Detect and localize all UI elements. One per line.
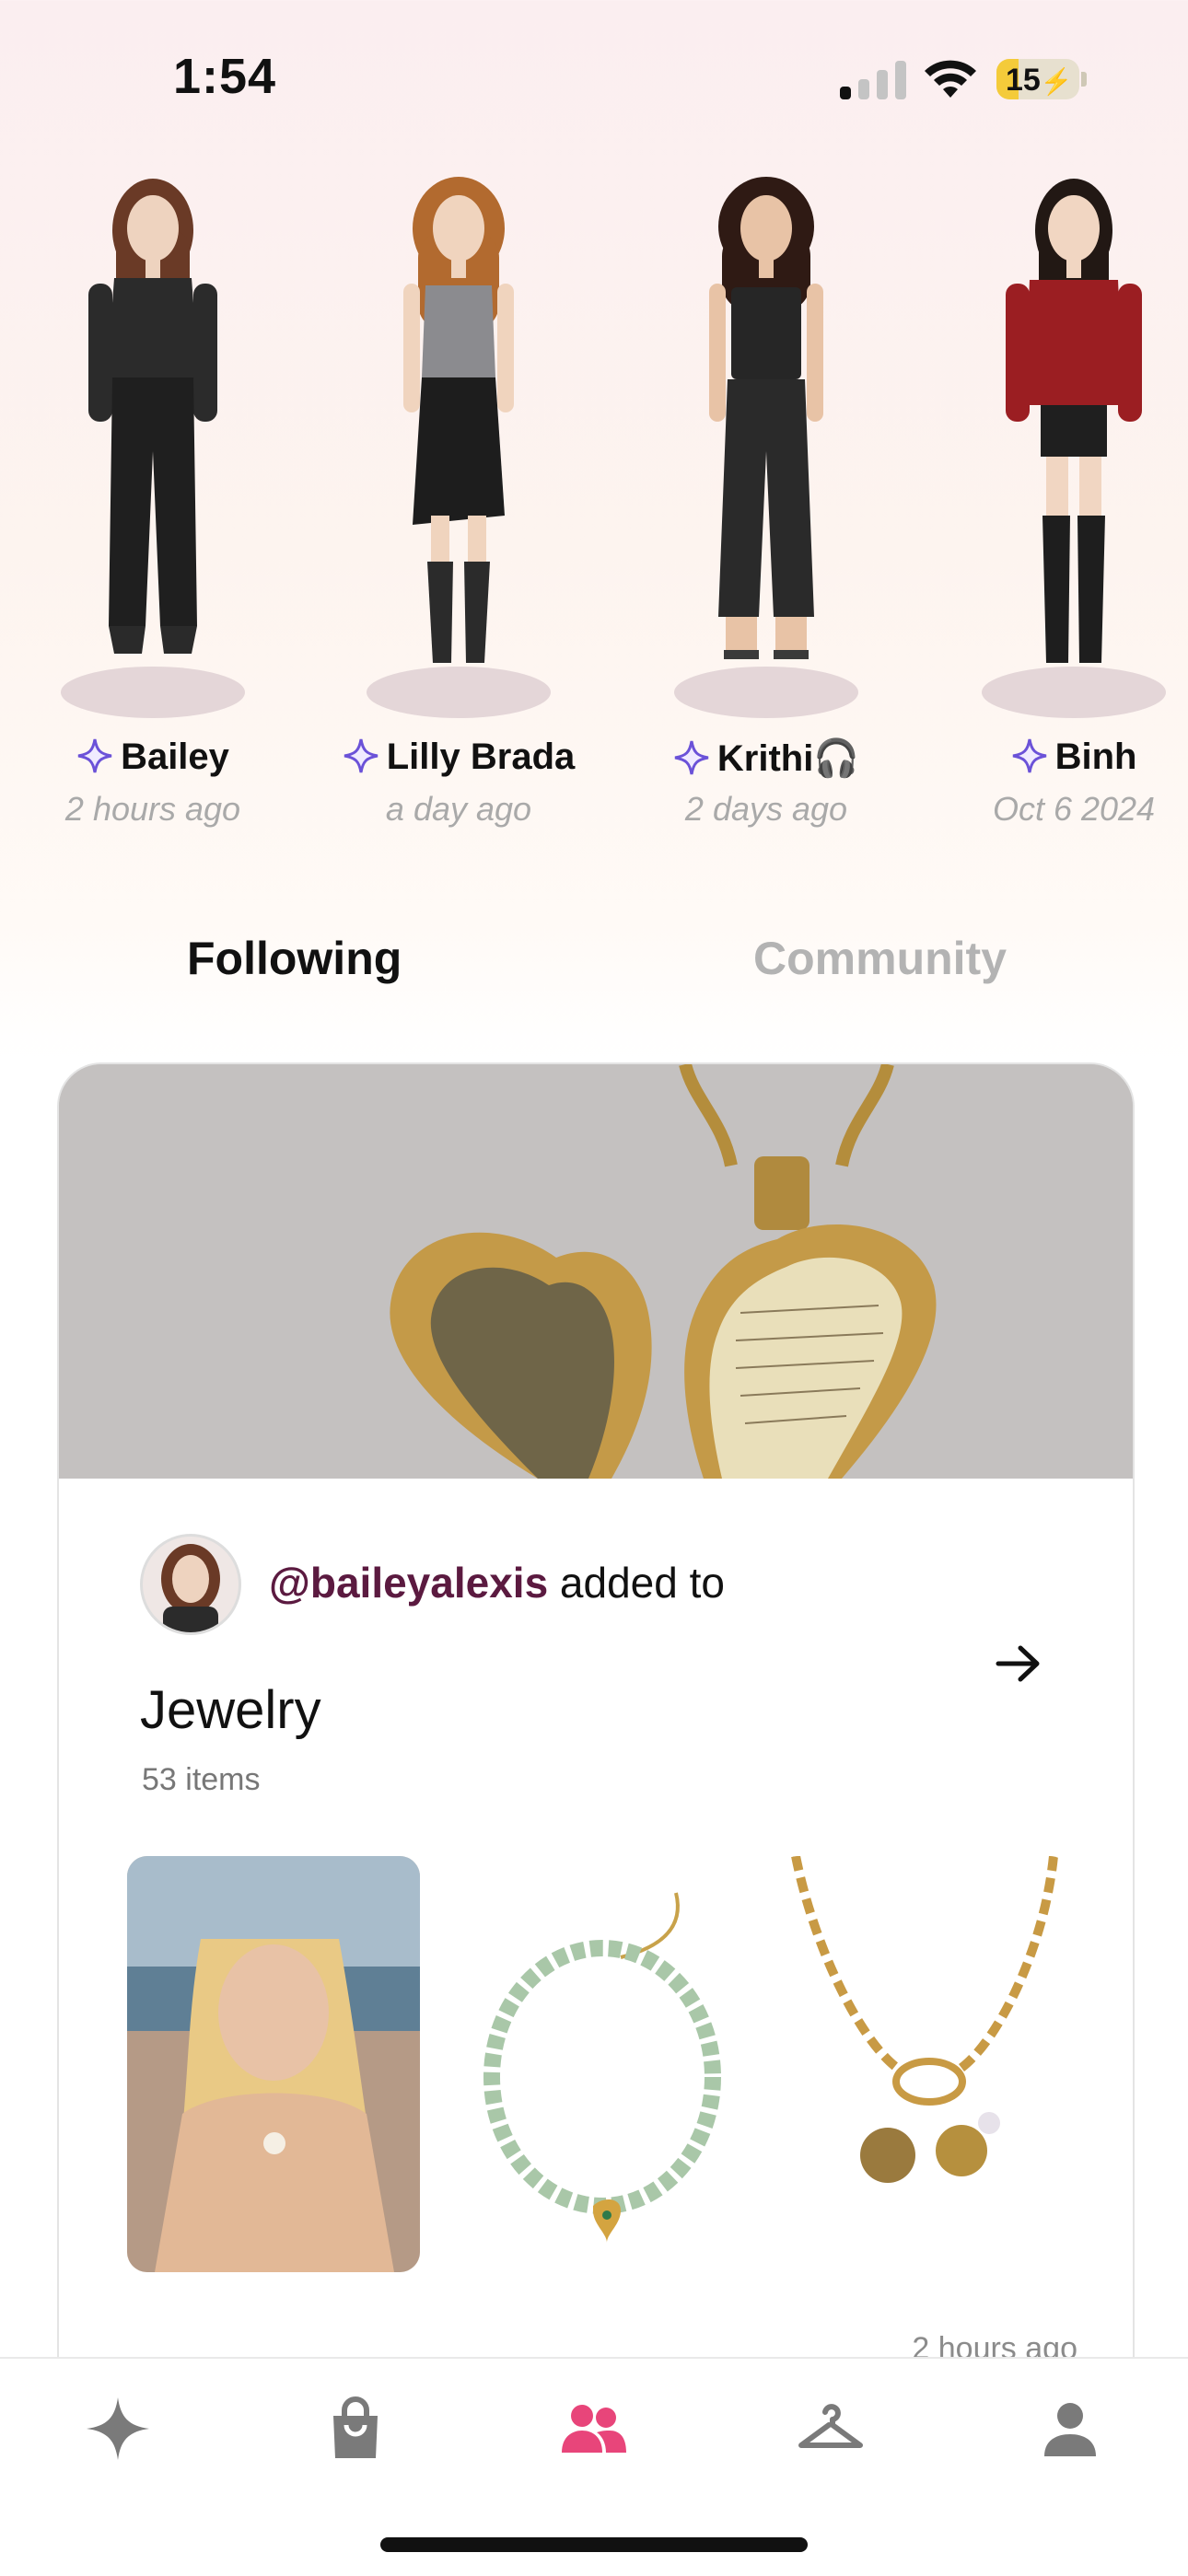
outfit-illustration [1006, 179, 1142, 663]
story-name: Lilly Brada [386, 737, 576, 777]
collection-count: 53 items [142, 1762, 261, 1797]
battery-icon: 15⚡ [996, 59, 1079, 99]
story-item[interactable]: Binh Oct 6 2024 [936, 166, 1188, 847]
people-icon[interactable] [556, 2392, 630, 2466]
status-time: 1:54 [173, 49, 277, 104]
feed-card[interactable]: @baileyalexis added to Jewelry 53 items [57, 1062, 1135, 2410]
avatar-figure [982, 175, 1166, 718]
username-link[interactable]: @baileyalexis [269, 1559, 548, 1607]
outfit-illustration [709, 177, 823, 659]
tab-following[interactable]: Following [187, 932, 402, 985]
avatar-figure [674, 175, 858, 718]
tab-community[interactable]: Community [753, 932, 1007, 985]
arrow-right-icon[interactable] [995, 1642, 1042, 1685]
outfit-illustration [403, 177, 514, 663]
person-icon[interactable] [1033, 2392, 1107, 2466]
story-time: a day ago [385, 790, 532, 828]
sparkle-icon [674, 740, 709, 775]
sparkle-icon [344, 738, 379, 773]
status-bar: 1:54 15⚡ [0, 0, 1188, 157]
wifi-icon [925, 60, 976, 98]
home-indicator[interactable] [380, 2537, 808, 2552]
product-thumbnail[interactable] [464, 1856, 757, 2272]
outfit-illustration [88, 179, 217, 654]
story-time: 2 hours ago [64, 790, 241, 828]
story-name: Binh [1054, 737, 1137, 777]
action-text: added to [548, 1559, 725, 1607]
story-item[interactable]: Bailey 2 hours ago [15, 166, 291, 847]
avatar-figure [61, 175, 245, 718]
avatar-figure [367, 175, 551, 718]
story-item[interactable]: Lilly Brada a day ago [320, 166, 597, 847]
battery-level: 15 [1006, 63, 1041, 98]
product-thumbnail[interactable] [127, 1856, 420, 2272]
cellular-signal-icon [840, 61, 906, 99]
shopping-bag-icon[interactable] [319, 2392, 392, 2466]
story-name: Bailey [121, 737, 229, 777]
story-time: Oct 6 2024 [992, 790, 1156, 828]
collection-title[interactable]: Jewelry [140, 1679, 321, 1741]
avatar[interactable] [140, 1534, 241, 1635]
locket-photo [59, 1064, 1133, 1479]
product-thumbnail[interactable] [777, 1856, 1070, 2272]
story-time: 2 days ago [684, 790, 848, 828]
sparkle-icon [1012, 738, 1046, 773]
story-item[interactable]: Krithi🎧 2 days ago [628, 166, 904, 847]
story-name: Krithi🎧 [716, 738, 860, 779]
stories-row: Bailey 2 hours ago Lilly Brada a day ago… [0, 166, 1188, 847]
sparkle-icon [77, 738, 112, 773]
sparkle-icon[interactable] [81, 2392, 155, 2466]
hanger-icon[interactable] [794, 2392, 868, 2466]
